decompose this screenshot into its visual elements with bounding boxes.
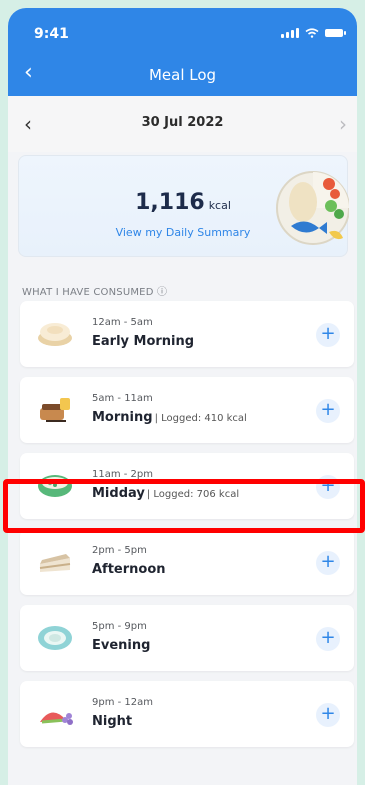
meal-name: Early Morning: [92, 334, 196, 349]
add-meal-button[interactable]: +: [316, 399, 340, 423]
toast-coffee-icon: [40, 398, 70, 422]
meal-time: 2pm - 5pm: [92, 545, 147, 556]
add-meal-button[interactable]: +: [316, 627, 340, 651]
salad-bowl-icon: [38, 475, 72, 497]
add-meal-button[interactable]: +: [316, 475, 340, 499]
meal-name-label: Night: [92, 714, 133, 729]
meal-time: 9pm - 12am: [92, 697, 154, 708]
meal-time: 5am - 11am: [92, 393, 153, 404]
meal-name-label: Midday: [92, 486, 145, 501]
meal-name: Afternoon: [92, 562, 168, 577]
page-title: Meal Log: [148, 66, 217, 84]
daily-summary-card: 1,116 kcal View my Daily Summary: [18, 155, 349, 257]
plus-icon: +: [320, 323, 336, 344]
status-icons: [281, 28, 346, 38]
meal-card-midday[interactable]: 11am - 2pm Midday | Logged: 706 kcal +: [20, 453, 354, 519]
meal-name-label: Afternoon: [92, 562, 166, 577]
meal-time: 5pm - 9pm: [92, 621, 147, 632]
add-meal-button[interactable]: +: [316, 551, 340, 575]
cake-slice-icon: [39, 554, 71, 572]
dumpling-icon: [38, 323, 72, 346]
plus-icon: +: [320, 703, 336, 724]
current-date: 30 Jul 2022: [141, 115, 224, 130]
meal-name: Midday | Logged: 706 kcal: [92, 486, 239, 501]
kcal-unit: kcal: [208, 199, 231, 212]
plus-icon: +: [320, 399, 336, 420]
plus-icon: +: [320, 627, 336, 648]
meal-name: Evening: [92, 638, 152, 653]
add-meal-button[interactable]: +: [316, 323, 340, 347]
date-navigator: ‹ 30 Jul 2022 ›: [8, 96, 357, 152]
meal-name-label: Morning: [92, 410, 153, 425]
wifi-icon: [305, 28, 319, 38]
plus-icon: +: [320, 551, 336, 572]
plus-icon: +: [320, 475, 336, 496]
meal-logged: | Logged: 410 kcal: [154, 413, 247, 424]
meal-name: Morning | Logged: 410 kcal: [92, 410, 247, 425]
header-bar: 9:41 ‹ Meal Log: [8, 8, 357, 96]
signal-icon: [281, 28, 299, 38]
meal-card-night[interactable]: 9pm - 12am Night +: [20, 681, 354, 747]
meal-name-label: Evening: [92, 638, 151, 653]
kcal-value: 1,116: [135, 190, 205, 215]
meal-card-morning[interactable]: 5am - 11am Morning | Logged: 410 kcal +: [20, 377, 354, 443]
app-screen: 9:41 ‹ Meal Log ‹ 30 Jul 2022 › 1,116 kca…: [8, 8, 357, 785]
fruit-icon: [40, 712, 73, 725]
status-time: 9:41: [34, 26, 69, 42]
consumed-section-heading: WHAT I HAVE CONSUMED ⓘ: [22, 287, 168, 298]
meal-time: 12am - 5am: [92, 317, 153, 328]
meal-card-evening[interactable]: 5pm - 9pm Evening +: [20, 605, 354, 671]
meal-card-afternoon[interactable]: 2pm - 5pm Afternoon +: [20, 529, 354, 595]
meal-name-label: Early Morning: [92, 334, 195, 349]
add-meal-button[interactable]: +: [316, 703, 340, 727]
food-plate-illustration: [276, 171, 349, 245]
meal-name: Night: [92, 714, 134, 729]
meal-logged: | Logged: 706 kcal: [146, 489, 240, 500]
meal-card-early-morning[interactable]: 12am - 5am Early Morning +: [20, 301, 354, 367]
next-date-button[interactable]: ›: [339, 112, 347, 136]
meal-time: 11am - 2pm: [92, 469, 154, 480]
battery-icon: [325, 29, 346, 37]
dinner-plate-icon: [38, 626, 72, 650]
